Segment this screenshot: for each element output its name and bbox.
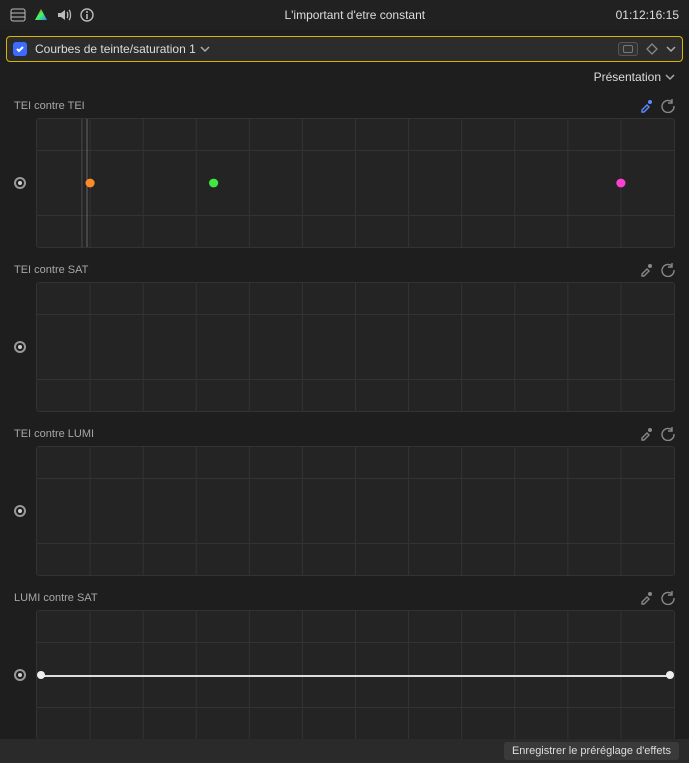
eyedropper-button[interactable] (639, 591, 653, 605)
section-select-radio[interactable] (14, 177, 26, 189)
eyedropper-button[interactable] (639, 427, 653, 441)
luma-curve-line[interactable] (41, 675, 670, 677)
chevron-down-icon (200, 44, 210, 54)
reset-button[interactable] (661, 427, 675, 441)
curve-point-end[interactable] (666, 671, 674, 679)
section-hue-hue: TEI contre TEI (0, 90, 689, 254)
curve-point[interactable] (85, 179, 94, 188)
curve-sections: TEI contre TEI (0, 90, 689, 746)
section-label: TEI contre SAT (14, 264, 88, 276)
keyframe-button[interactable] (646, 43, 658, 55)
video-inspector-icon[interactable] (10, 8, 26, 22)
section-select-radio[interactable] (14, 341, 26, 353)
inspector-header: L'important d'etre constant 01:12:16:15 (0, 0, 689, 30)
presentation-label: Présentation (594, 70, 661, 84)
chevron-down-icon (665, 72, 675, 82)
section-luma-sat: LUMI contre SAT (0, 582, 689, 746)
effect-enabled-checkbox[interactable] (13, 42, 27, 56)
curve-point[interactable] (209, 179, 218, 188)
section-label: LUMI contre SAT (14, 592, 98, 604)
info-inspector-icon[interactable] (80, 8, 94, 22)
effect-name-label: Courbes de teinte/saturation 1 (35, 42, 196, 56)
section-select-radio[interactable] (14, 669, 26, 681)
curve-hue-luma[interactable] (36, 446, 675, 576)
timecode: 01:12:16:15 (616, 8, 679, 22)
eyedropper-button[interactable] (639, 99, 653, 113)
reset-button[interactable] (661, 263, 675, 277)
clip-title: L'important d'etre constant (102, 8, 608, 22)
footer-bar: Enregistrer le préréglage d'effets (0, 739, 689, 763)
section-select-radio[interactable] (14, 505, 26, 517)
curve-point-start[interactable] (37, 671, 45, 679)
effect-name-dropdown[interactable]: Courbes de teinte/saturation 1 (35, 42, 210, 56)
curve-point[interactable] (616, 179, 625, 188)
presentation-dropdown[interactable]: Présentation (0, 62, 689, 90)
section-hue-luma: TEI contre LUMI (0, 418, 689, 582)
reset-button[interactable] (661, 99, 675, 113)
effect-menu-chevron[interactable] (666, 44, 676, 54)
curve-hue-sat[interactable] (36, 282, 675, 412)
eyedropper-button[interactable] (639, 263, 653, 277)
save-effects-preset-button[interactable]: Enregistrer le préréglage d'effets (504, 742, 679, 760)
effect-row[interactable]: Courbes de teinte/saturation 1 (6, 36, 683, 62)
color-inspector-icon[interactable] (34, 8, 48, 22)
audio-inspector-icon[interactable] (56, 8, 72, 22)
reset-button[interactable] (661, 591, 675, 605)
mask-button[interactable] (618, 42, 638, 56)
curve-luma-sat[interactable] (36, 610, 675, 740)
section-label: TEI contre TEI (14, 100, 85, 112)
curve-hue-hue[interactable] (36, 118, 675, 248)
section-hue-sat: TEI contre SAT (0, 254, 689, 418)
section-label: TEI contre LUMI (14, 428, 94, 440)
